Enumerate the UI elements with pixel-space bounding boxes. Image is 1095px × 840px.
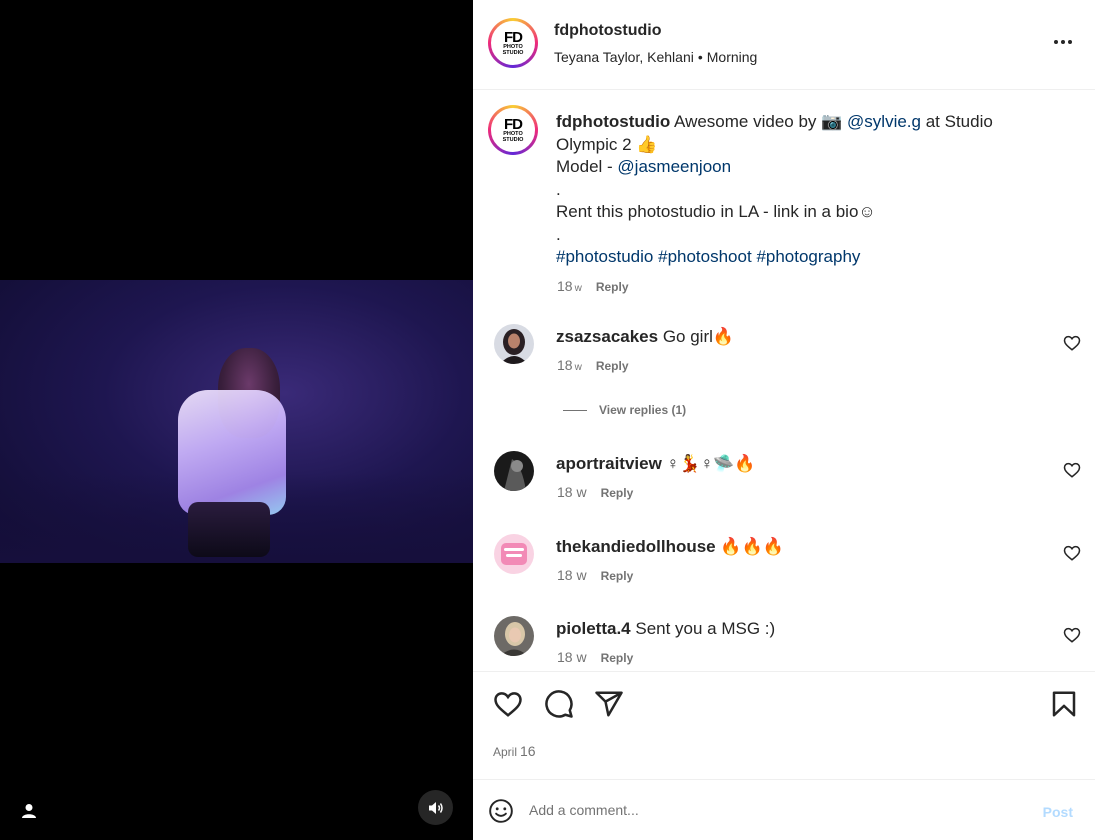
share-icon[interactable] bbox=[594, 689, 624, 719]
avatar-image bbox=[494, 534, 534, 574]
more-options-dot bbox=[1068, 40, 1072, 44]
audio-info[interactable]: Teyana Taylor, Kehlani • Morning bbox=[554, 49, 757, 65]
post-comment-button[interactable]: Post bbox=[1043, 804, 1073, 820]
comment-text: zsazsacakes Go girl🔥 bbox=[556, 326, 734, 348]
avatar-image bbox=[494, 616, 534, 656]
comment-content: Go girl🔥 bbox=[662, 327, 735, 346]
post-actions: April 16 bbox=[473, 671, 1095, 779]
sound-on-icon bbox=[428, 801, 443, 814]
comment-item: pioletta.4 Sent you a MSG :) 18 w Reply bbox=[473, 616, 1095, 671]
mention-link[interactable]: @sylvie.g bbox=[847, 112, 921, 131]
comment-icon[interactable] bbox=[544, 689, 574, 719]
commenter-avatar[interactable] bbox=[494, 324, 534, 364]
comment-item: zsazsacakes Go girl🔥 18 w Reply bbox=[473, 324, 1095, 394]
comment-time[interactable]: 18 bbox=[557, 357, 573, 373]
heart-icon[interactable] bbox=[1063, 626, 1081, 644]
heart-icon[interactable] bbox=[1063, 334, 1081, 352]
comment-time[interactable]: 18 w bbox=[557, 484, 587, 500]
caption-avatar[interactable]: FD PHOTO STUDIO bbox=[488, 105, 538, 155]
heart-icon[interactable] bbox=[493, 689, 523, 719]
caption-username[interactable]: fdphotostudio bbox=[556, 112, 670, 131]
post-header: FD PHOTO STUDIO fdphotostudio Teyana Tay… bbox=[473, 0, 1095, 90]
comment-input[interactable] bbox=[529, 798, 1009, 822]
comment-content: 🔥🔥🔥 bbox=[720, 537, 784, 556]
post-media[interactable] bbox=[0, 0, 473, 840]
caption-rent-text: Rent this photostudio in LA - link in a … bbox=[556, 202, 876, 221]
comment-time[interactable]: 18 w bbox=[557, 567, 587, 583]
commenter-avatar[interactable] bbox=[494, 451, 534, 491]
comment-meta: 18 w Reply bbox=[557, 484, 633, 500]
caption-dot: . bbox=[556, 179, 561, 199]
mention-link[interactable]: @jasmeenjoon bbox=[617, 157, 731, 176]
comment-meta: 18 w Reply bbox=[557, 567, 633, 583]
comment-meta: 18 w Reply bbox=[557, 357, 629, 373]
hashtag-link[interactable]: #photoshoot bbox=[658, 247, 752, 266]
view-replies-line bbox=[563, 409, 587, 411]
comment-time-unit: w bbox=[574, 362, 582, 373]
comment-item: aportraitview ♀💃♀🛸🔥 18 w Reply bbox=[473, 451, 1095, 521]
more-options-dot bbox=[1061, 40, 1065, 44]
avatar-image bbox=[494, 324, 534, 364]
commenter-avatar[interactable] bbox=[494, 616, 534, 656]
video-subject-shirt bbox=[178, 390, 286, 515]
heart-icon[interactable] bbox=[1063, 461, 1081, 479]
comment-username[interactable]: thekandiedollhouse bbox=[556, 537, 716, 556]
caption-time[interactable]: 18 bbox=[557, 278, 573, 294]
post-date[interactable]: April 16 bbox=[493, 743, 536, 759]
more-options-button[interactable] bbox=[1051, 30, 1075, 54]
audio-separator: • bbox=[697, 49, 703, 65]
comment-username[interactable]: pioletta.4 bbox=[556, 619, 631, 638]
view-replies-label: View replies (1) bbox=[599, 403, 687, 417]
video-player[interactable] bbox=[0, 280, 473, 563]
view-replies-button[interactable]: View replies (1) bbox=[563, 403, 686, 417]
caption-time-unit: w bbox=[574, 283, 582, 294]
comment-username[interactable]: zsazsacakes bbox=[556, 327, 658, 346]
caption-text: fdphotostudio Awesome video by 📷 @sylvie… bbox=[556, 111, 1026, 269]
more-options-icon bbox=[1054, 40, 1058, 44]
comment-text: aportraitview ♀💃♀🛸🔥 bbox=[556, 453, 756, 475]
post-details-panel: FD PHOTO STUDIO fdphotostudio Teyana Tay… bbox=[473, 0, 1095, 840]
bookmark-icon[interactable] bbox=[1049, 689, 1079, 719]
video-subject-legs bbox=[188, 502, 270, 557]
tagged-users-button[interactable] bbox=[16, 798, 42, 824]
post-date-day: 16 bbox=[520, 743, 536, 759]
heart-icon[interactable] bbox=[1063, 544, 1081, 562]
caption-model-label: Model - bbox=[556, 157, 618, 176]
reply-button[interactable]: Reply bbox=[596, 359, 629, 373]
avatar-logo-sub2: STUDIO bbox=[502, 136, 524, 143]
reply-button[interactable]: Reply bbox=[601, 569, 634, 583]
avatar-logo-text: FD bbox=[504, 115, 523, 133]
comment-text: thekandiedollhouse 🔥🔥🔥 bbox=[556, 536, 784, 558]
comment-content: ♀💃♀🛸🔥 bbox=[666, 454, 756, 473]
comment-text: pioletta.4 Sent you a MSG :) bbox=[556, 618, 775, 640]
emoji-icon[interactable] bbox=[488, 798, 514, 824]
comments-section[interactable]: FD PHOTO STUDIO fdphotostudio Awesome vi… bbox=[473, 91, 1095, 671]
comment-time[interactable]: 18 w bbox=[557, 649, 587, 665]
reply-button[interactable]: Reply bbox=[601, 486, 634, 500]
reply-button[interactable]: Reply bbox=[596, 280, 629, 294]
avatar-image bbox=[494, 451, 534, 491]
add-comment-bar: Post bbox=[473, 779, 1095, 840]
comment-meta: 18 w Reply bbox=[557, 649, 633, 665]
sound-toggle-button[interactable] bbox=[418, 790, 453, 825]
comment-item: thekandiedollhouse 🔥🔥🔥 18 w Reply bbox=[473, 534, 1095, 604]
user-icon bbox=[22, 804, 36, 818]
hashtag-link[interactable]: #photostudio bbox=[556, 247, 653, 266]
reply-button[interactable]: Reply bbox=[601, 651, 634, 665]
hashtag-link[interactable]: #photography bbox=[756, 247, 860, 266]
author-avatar[interactable]: FD PHOTO STUDIO bbox=[488, 18, 538, 68]
audio-artists[interactable]: Teyana Taylor, Kehlani bbox=[554, 49, 694, 65]
caption-part: Awesome video by 📷 bbox=[670, 112, 848, 131]
comment-username[interactable]: aportraitview bbox=[556, 454, 662, 473]
avatar-logo-text: FD bbox=[504, 28, 523, 46]
author-username[interactable]: fdphotostudio bbox=[554, 22, 662, 40]
caption-meta: 18 w Reply bbox=[557, 278, 629, 294]
audio-track[interactable]: Morning bbox=[707, 49, 758, 65]
avatar-logo-sub2: STUDIO bbox=[502, 49, 524, 56]
commenter-avatar[interactable] bbox=[494, 534, 534, 574]
comment-content: Sent you a MSG :) bbox=[635, 619, 776, 638]
caption-dot: . bbox=[556, 224, 561, 244]
post-date-month: April bbox=[493, 745, 518, 759]
